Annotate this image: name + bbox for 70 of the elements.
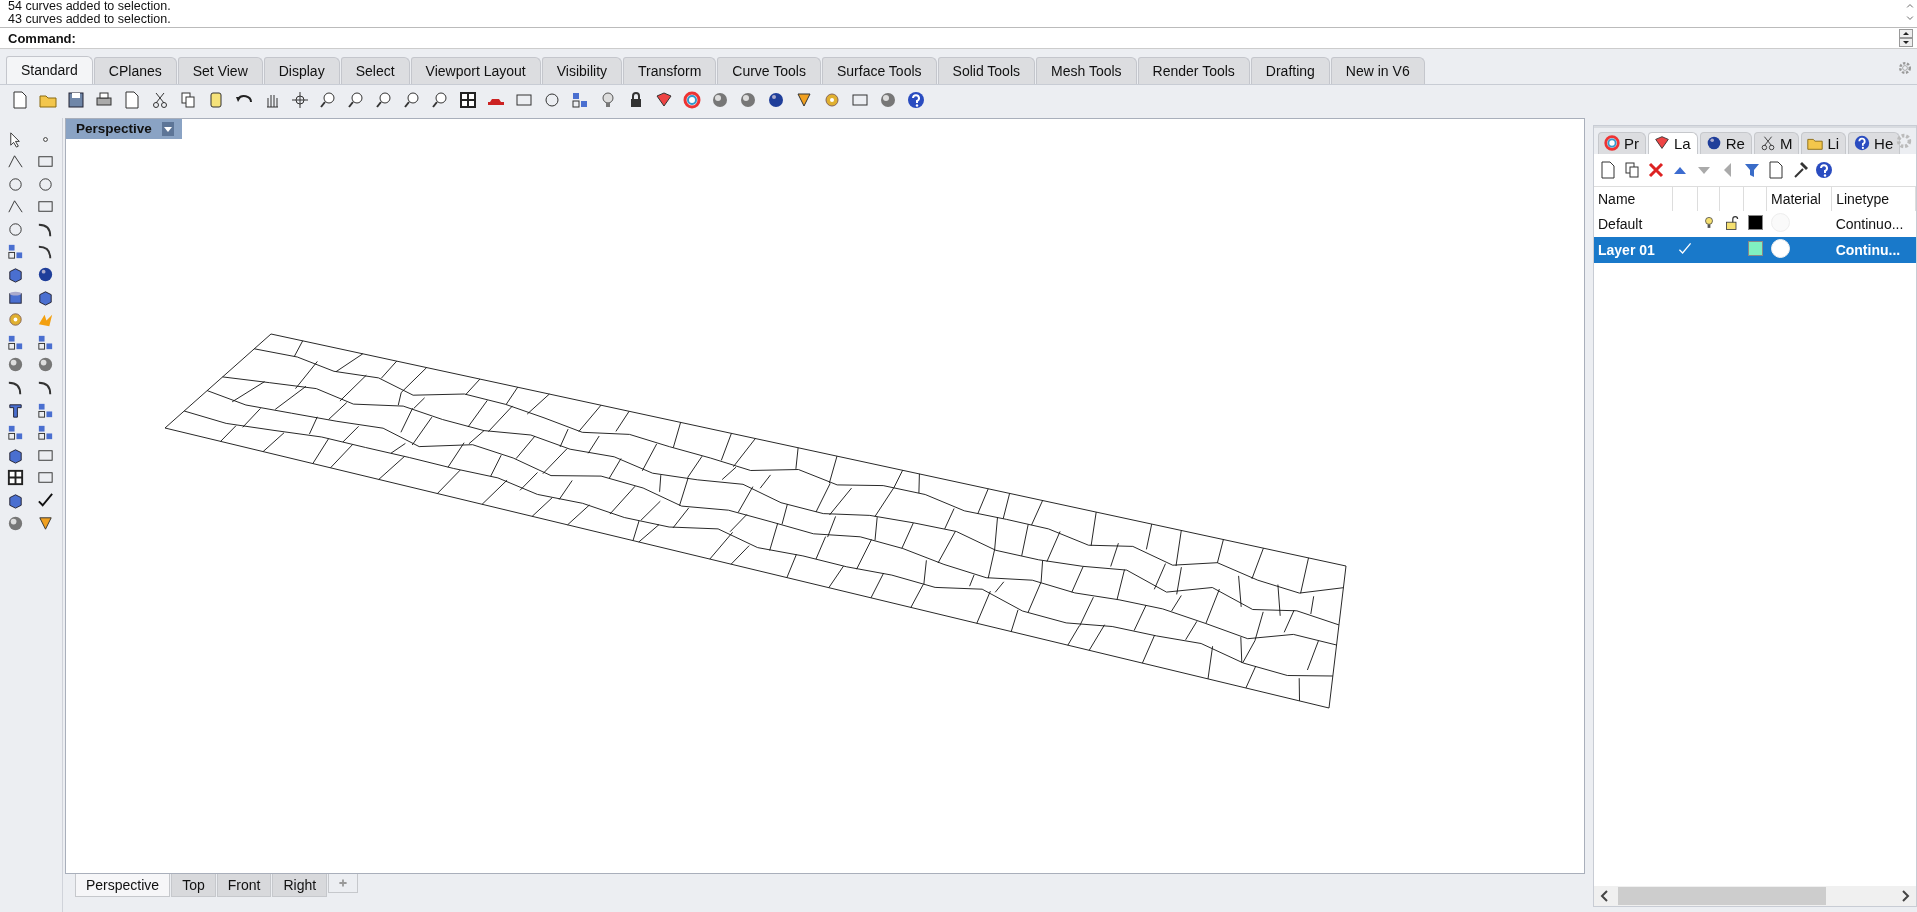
toolbar-tab[interactable]: Drafting [1250, 57, 1330, 84]
copy-icon[interactable] [1622, 160, 1642, 180]
layer-color-swatch[interactable] [1747, 215, 1763, 230]
panel-tab[interactable]: La [1648, 132, 1698, 154]
layer-row[interactable]: Layer 01 Continu... [1594, 237, 1916, 263]
panel-tab-label: M [1779, 134, 1793, 152]
linetype-text: Continuo... [1835, 216, 1904, 232]
viewport-tab[interactable]: Front [216, 874, 272, 897]
panel-tab[interactable]: M [1753, 132, 1800, 154]
material-swatch[interactable] [1770, 239, 1790, 258]
toolbar-tab[interactable]: Transform [623, 57, 717, 84]
linetype-text: Continu... [1835, 242, 1901, 258]
horizontal-scrollbar[interactable] [1594, 886, 1916, 906]
box-icon[interactable] [6, 265, 25, 285]
layer-icon [1653, 134, 1671, 152]
spin-up-icon[interactable] [1899, 29, 1913, 38]
toolbar-tab[interactable]: Curve Tools [717, 57, 821, 84]
zoom-extents-icon[interactable] [373, 90, 394, 110]
column-header: Material [1771, 191, 1821, 207]
layer-color-swatch[interactable] [1747, 241, 1763, 256]
help-icon [1853, 134, 1872, 152]
four-viewports-icon[interactable] [457, 90, 478, 110]
panel-tab[interactable]: Re [1699, 132, 1752, 154]
viewport-tab[interactable]: Top [171, 874, 216, 897]
column-header: Name [1598, 191, 1636, 207]
layer-name: Layer 01 [1598, 242, 1655, 258]
zoom-icon[interactable] [317, 90, 338, 110]
help-icon[interactable] [1814, 160, 1834, 180]
history-line: 54 curves added to selection. [8, 0, 172, 13]
toolbar-tab[interactable]: CPlanes [93, 57, 177, 84]
current-layer-check-icon[interactable] [1676, 240, 1693, 257]
toolbar-tab[interactable]: Mesh Tools [1036, 57, 1137, 84]
viewport-title[interactable]: Perspective [66, 119, 182, 139]
color-wheel-icon [1603, 134, 1621, 152]
zoom-selected-icon[interactable] [401, 90, 422, 110]
viewport-tab[interactable]: Right [272, 874, 328, 897]
toolbar-tab[interactable]: New in V6 [1330, 57, 1425, 84]
column-header: Linetype [1836, 191, 1890, 207]
history-line: 43 curves added to selection. [8, 13, 172, 26]
panel-tab-label: He [1874, 134, 1894, 152]
toolbar-tab[interactable]: Display [263, 57, 340, 84]
panel-tab[interactable]: Pr [1598, 132, 1646, 154]
toolbar-tab[interactable]: Render Tools [1137, 57, 1250, 84]
zoom-window-icon[interactable] [345, 90, 366, 110]
toolbar-tab[interactable]: Standard [6, 56, 93, 84]
panel-tab[interactable]: Li [1801, 132, 1847, 154]
panel-tab-label: Li [1827, 134, 1840, 152]
command-prompt: Command: [8, 30, 77, 46]
toolbar-tab[interactable]: Viewport Layout [410, 57, 541, 84]
viewport-title-text: Perspective [76, 121, 152, 136]
spin-down-icon[interactable] [1899, 38, 1913, 47]
viewport-tab[interactable]: Perspective [75, 874, 171, 897]
color-wheel-icon[interactable] [681, 90, 702, 110]
panel-tab[interactable]: He [1848, 132, 1901, 154]
unlocked-padlock-icon[interactable] [1723, 214, 1740, 231]
scrollbar-thumb[interactable] [1618, 887, 1826, 905]
toolbar-tab[interactable]: Surface Tools [822, 57, 937, 84]
plus-icon [337, 877, 350, 889]
new-layer-icon[interactable] [1598, 160, 1618, 180]
toolbar-tab[interactable]: Set View [177, 57, 263, 84]
layer-name: Default [1598, 216, 1643, 232]
panel-tab-label: Re [1725, 134, 1745, 152]
toolbar-tab[interactable]: Select [340, 57, 410, 84]
toolbar-tab[interactable]: Solid Tools [937, 57, 1035, 84]
layer-row[interactable]: Default Continuo... [1594, 211, 1916, 237]
help-icon[interactable] [905, 90, 926, 110]
toolbar-tab[interactable]: Visibility [541, 57, 623, 84]
panel-tab-label: La [1674, 134, 1691, 152]
delete-icon[interactable] [1646, 160, 1666, 180]
panel-tab-label: Pr [1624, 134, 1639, 152]
